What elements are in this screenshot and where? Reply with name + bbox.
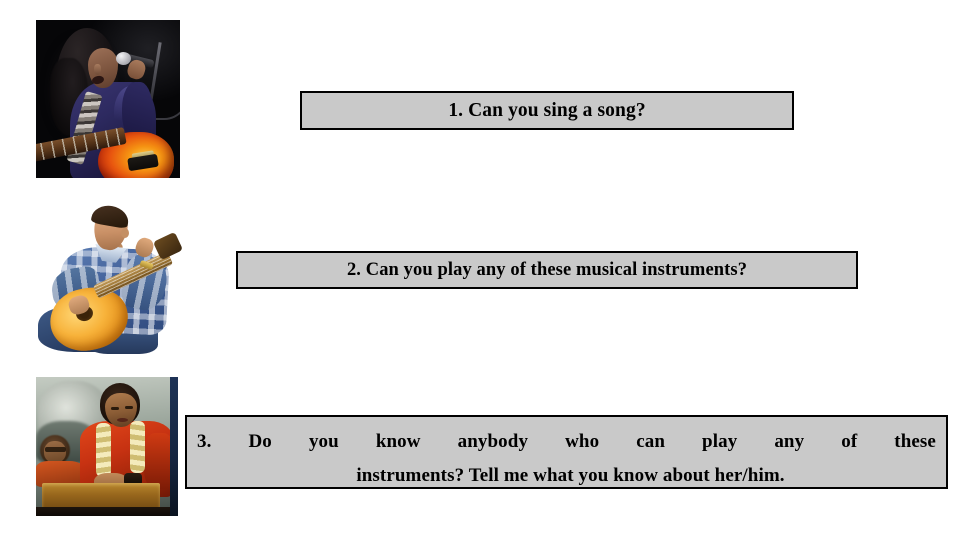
question-1-box: 1. Can you sing a song? bbox=[300, 91, 794, 130]
question-3-line-2: instruments? Tell me what you know about… bbox=[356, 464, 785, 486]
question-3-line-1: 3. Do you know anybody who can play any … bbox=[197, 431, 936, 452]
photo-guitarist bbox=[32, 196, 187, 356]
slide-canvas: 1. Can you sing a song? 2. Can you play … bbox=[0, 0, 960, 540]
frame-edge-strip bbox=[170, 377, 178, 516]
question-2-box: 2. Can you play any of these musical ins… bbox=[236, 251, 858, 289]
guitarist-ear bbox=[121, 228, 129, 238]
question-2-text: 2. Can you play any of these musical ins… bbox=[346, 259, 748, 280]
photo-singer bbox=[36, 20, 180, 178]
photo-harmonium-player bbox=[36, 377, 178, 516]
foreground-shadow bbox=[36, 507, 178, 516]
seated-boy-glasses bbox=[45, 447, 66, 452]
player-mouth bbox=[117, 418, 128, 422]
question-1-text: 1. Can you sing a song? bbox=[448, 99, 646, 121]
question-3-box: 3. Do you know anybody who can play any … bbox=[185, 415, 948, 489]
player-left-eye bbox=[111, 407, 119, 410]
player-right-eye bbox=[125, 406, 133, 409]
flower-garland-left bbox=[96, 423, 111, 477]
seated-boy-face bbox=[44, 441, 66, 463]
singer-nose bbox=[94, 64, 101, 75]
flower-garland-right bbox=[130, 421, 145, 473]
